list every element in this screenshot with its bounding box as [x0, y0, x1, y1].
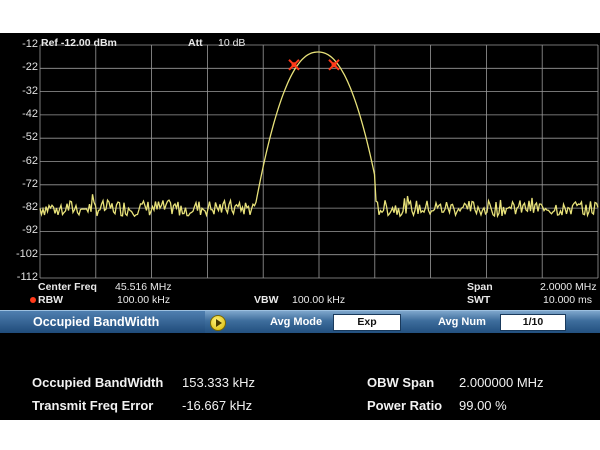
power-ratio-value: 99.00 %	[459, 398, 507, 413]
obw-span-value: 2.000000 MHz	[459, 375, 544, 390]
y-tick-label: -52	[22, 131, 38, 144]
y-tick-label: -92	[22, 224, 38, 237]
att-value: 10 dB	[218, 37, 246, 49]
spectrum-plot	[39, 44, 599, 279]
obw-span-label: OBW Span	[367, 375, 435, 390]
y-tick-label: -42	[22, 107, 38, 120]
obw-value: 153.333 kHz	[182, 375, 255, 390]
obw-label: Occupied BandWidth	[32, 375, 164, 390]
y-tick-label: -72	[22, 177, 38, 190]
spectrum-analyzer-screen: Ref -12.00 dBm Att 10 dB -12 -22 -32 -42 -52…	[0, 33, 600, 420]
swt-label: SWT	[467, 294, 491, 306]
measurement-menu-bar: Occupied BandWidth Avg Mode Exp Avg Num …	[0, 310, 600, 333]
span-value: 2.0000 MHz	[540, 281, 597, 293]
center-freq-value: 45.516 MHz	[115, 281, 172, 293]
rbw-value: 100.00 kHz	[117, 294, 171, 306]
att-label: Att	[188, 37, 203, 49]
obw-result: Occupied BandWidth 153.333 kHz	[32, 375, 255, 390]
span-label: Span	[467, 281, 493, 293]
avg-mode-field[interactable]: Exp	[333, 314, 401, 331]
play-icon[interactable]	[210, 315, 226, 331]
y-tick-label: -62	[22, 154, 38, 167]
y-tick-label: -102	[15, 247, 38, 260]
y-tick-label: -82	[22, 201, 38, 214]
avg-mode-label: Avg Mode	[270, 316, 323, 328]
center-freq-label: Center Freq	[38, 281, 97, 293]
vbw-label: VBW	[254, 294, 279, 306]
y-tick-label: -112	[16, 271, 38, 283]
power-ratio-result: Power Ratio 99.00 %	[367, 398, 507, 413]
tfe-label: Transmit Freq Error	[32, 398, 154, 413]
y-tick-label: -32	[22, 84, 38, 97]
y-tick-label: -22	[22, 61, 38, 74]
vbw-value: 100.00 kHz	[292, 294, 346, 306]
measurement-title[interactable]: Occupied BandWidth	[0, 311, 205, 333]
obw-span-result: OBW Span 2.000000 MHz	[367, 375, 544, 390]
tfe-value: -16.667 kHz	[182, 398, 253, 413]
swt-value: 10.000 ms	[543, 294, 593, 306]
y-tick-label: -12	[22, 38, 38, 50]
ref-level: Ref -12.00 dBm	[41, 37, 117, 49]
avg-num-field[interactable]: 1/10	[500, 314, 566, 331]
avg-num-label: Avg Num	[438, 316, 486, 328]
rbw-label: RBW	[38, 294, 64, 306]
rbw-indicator-dot	[30, 297, 36, 303]
power-ratio-label: Power Ratio	[367, 398, 443, 413]
tfe-result: Transmit Freq Error -16.667 kHz	[32, 398, 252, 413]
